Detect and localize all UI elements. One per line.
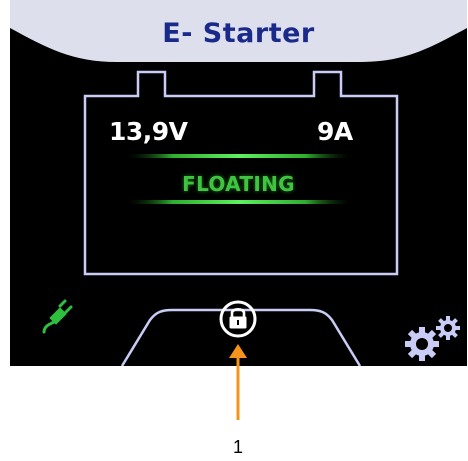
battery-outline: [83, 70, 399, 276]
status-glow-line-top: [128, 154, 350, 158]
gears-icon[interactable]: [404, 312, 462, 362]
current-reading: 9A: [317, 117, 353, 146]
status-glow-line-bottom: [128, 200, 350, 204]
voltage-reading: 13,9V: [109, 117, 188, 146]
annotation-arrow: [229, 344, 247, 420]
device-screen: E- Starter 13,9V 9A FLOATING: [10, 0, 467, 366]
padlock-icon[interactable]: [218, 298, 258, 340]
charging-status: FLOATING: [182, 172, 295, 196]
plug-icon[interactable]: [40, 298, 74, 338]
annotation-label: 1: [232, 437, 243, 457]
